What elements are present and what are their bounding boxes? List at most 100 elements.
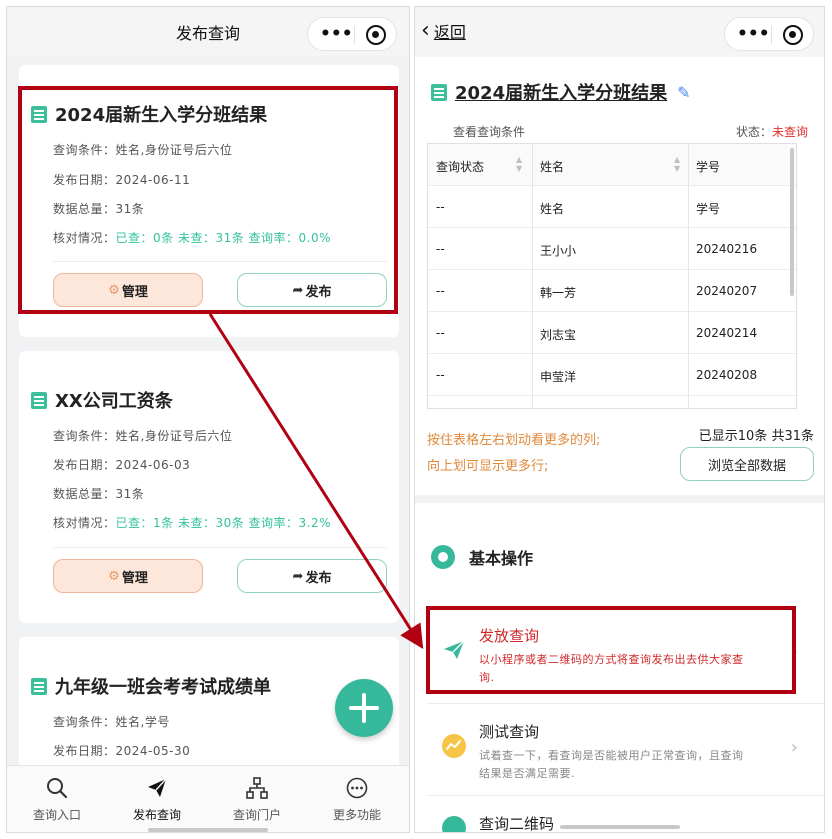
manage-label: 管理 (121, 284, 148, 300)
table-header-row: 查询状态 ▲ ▼ 姓名 ▲ ▼ 学号 (428, 144, 796, 186)
card-title: 九年级一班会考考试成绩单 (55, 677, 271, 698)
card-title-row: XX公司工资条 (31, 387, 173, 413)
query-condition: 查询条件：姓名,身份证号后六位 (53, 429, 233, 443)
table-row[interactable]: -- 韩一芳 20240207 (428, 270, 796, 312)
check-label: 核对情况： (53, 516, 116, 530)
table-cell: 20240208 (696, 368, 758, 382)
sort-icon[interactable]: ▲ ▼ (516, 155, 522, 173)
tab-label: 发布查询 (132, 808, 181, 822)
card-title-row: 2024届新生入学分班结果 (31, 101, 267, 127)
card-title: XX公司工资条 (55, 391, 173, 412)
chevron-left-icon: ‹ (421, 18, 430, 43)
gear-icon: ⚙ (108, 568, 120, 584)
table-row[interactable]: -- 王小小 20240216 (428, 228, 796, 270)
distribute-query-item[interactable]: 发放查询 以小程序或者二维码的方式将查询发布出去供大家查询. › (415, 615, 824, 695)
detail-title[interactable]: 2024届新生入学分班结果 (455, 79, 667, 105)
section-title: 基本操作 (469, 549, 534, 568)
table-row[interactable]: -- 申莹洋 20240208 (428, 354, 796, 396)
back-label: 返回 (433, 23, 466, 42)
table-row[interactable]: -- 姓名 学号 (428, 186, 796, 228)
tab-query-entry[interactable]: 查询入口 (7, 776, 107, 823)
tab-bar: 查询入口 发布查询 查询门户 更多功能 (7, 765, 409, 832)
home-indicator (559, 825, 680, 829)
add-button[interactable] (335, 679, 393, 737)
basic-operations-card: 基本操作 发放查询 以小程序或者二维码的方式将查询发布出去供大家查询. › 测试… (415, 503, 824, 832)
column-divider (532, 144, 533, 408)
test-query-item[interactable]: 测试查询 试着查一下，看查询是否能被用户正常查询，且查询结果是否满足需要. › (415, 711, 824, 791)
scroll-hint-rows: 向上划可显示更多行; (427, 459, 549, 474)
manage-button[interactable]: ⚙ 管理 (53, 559, 203, 593)
check-value: 已查：1条 未查：30条 查询率：3.2% (115, 516, 332, 530)
table-row[interactable]: -- 刘志宝 20240214 (428, 312, 796, 354)
publish-date: 发布日期：2024-06-03 (53, 458, 191, 472)
search-icon (7, 776, 107, 800)
card-title: 2024届新生入学分班结果 (55, 105, 268, 126)
check-value: 已查：0条 未查：31条 查询率：0.0% (115, 231, 332, 245)
query-status: 状态：未查询 (736, 123, 808, 140)
view-conditions-link[interactable]: 查看查询条件 (453, 123, 525, 140)
table-cell: 20240214 (696, 326, 758, 340)
publish-label: 发布 (305, 284, 332, 300)
section-header: 基本操作 (431, 545, 533, 569)
check-label: 核对情况： (53, 231, 116, 245)
header-cell[interactable]: 学号 (696, 158, 720, 175)
data-table[interactable]: 查询状态 ▲ ▼ 姓名 ▲ ▼ 学号 -- 姓名 学号 -- 王小小 2024021… (427, 143, 797, 409)
right-screen: ‹ 返回 ••• 2024届新生入学分班结果 ✎ 查看查询条件 状态：未查询 查… (414, 6, 825, 833)
back-button[interactable]: ‹ 返回 (421, 19, 466, 43)
close-target-icon[interactable] (783, 25, 803, 45)
more-dots-icon[interactable]: ••• (737, 25, 770, 43)
table-cell: -- (436, 284, 445, 298)
table-cell: 王小小 (540, 244, 577, 258)
header-cell[interactable]: 姓名 (540, 158, 564, 175)
publish-label: 发布 (305, 570, 332, 586)
qrcode-icon (441, 815, 467, 832)
more-dots-icon[interactable]: ••• (320, 25, 353, 43)
gear-icon (431, 545, 455, 569)
query-card[interactable]: XX公司工资条 查询条件：姓名,身份证号后六位 发布日期：2024-06-03 … (19, 351, 399, 623)
op-title: 测试查询 (479, 723, 540, 741)
query-condition: 查询条件：姓名,身份证号后六位 (53, 143, 233, 157)
document-icon (31, 391, 47, 409)
publish-date: 发布日期：2024-06-11 (53, 173, 191, 187)
edit-pencil-icon[interactable]: ✎ (677, 83, 690, 102)
sort-icon[interactable]: ▲ ▼ (674, 155, 680, 173)
chevron-right-icon: › (790, 737, 798, 758)
capsule-divider (771, 26, 772, 44)
status-label: 状态： (735, 125, 772, 139)
tab-more-functions[interactable]: 更多功能 (307, 776, 407, 823)
list-divider (427, 703, 824, 704)
table-cell: 姓名 (540, 202, 565, 216)
check-status: 核对情况：已查：1条 未查：30条 查询率：3.2% (53, 514, 331, 531)
card-divider (53, 261, 387, 262)
table-cell: 韩一芳 (540, 286, 577, 300)
check-status: 核对情况：已查：0条 未查：31条 查询率：0.0% (53, 229, 331, 246)
tab-label: 更多功能 (332, 808, 381, 822)
tab-label: 查询入口 (32, 808, 81, 822)
publish-button[interactable]: ➦ 发布 (237, 559, 387, 593)
home-indicator (148, 828, 268, 832)
publish-button[interactable]: ➦ 发布 (237, 273, 387, 307)
table-cell: 20240207 (696, 284, 758, 298)
table-scrollbar[interactable] (790, 148, 794, 296)
chevron-right-icon: › (790, 641, 798, 662)
tab-publish-query[interactable]: 发布查询 (107, 776, 207, 823)
browse-all-button[interactable]: 浏览全部数据 (680, 447, 814, 481)
table-cell: -- (436, 242, 445, 256)
tab-label: 查询门户 (232, 808, 281, 822)
nav-bar: ‹ 返回 ••• (415, 7, 824, 57)
query-card[interactable]: 2024届新生入学分班结果 查询条件：姓名,身份证号后六位 发布日期：2024-… (19, 65, 399, 337)
close-target-icon[interactable] (366, 25, 386, 45)
mini-program-capsule: ••• (307, 17, 397, 51)
card-divider (53, 547, 387, 548)
capsule-divider (354, 26, 355, 44)
manage-button[interactable]: ⚙ 管理 (53, 273, 203, 307)
publish-date: 发布日期：2024-05-30 (53, 744, 191, 758)
table-cell: 学号 (696, 202, 721, 216)
share-arrow-icon: ➦ (292, 282, 304, 298)
tab-query-portal[interactable]: 查询门户 (207, 776, 307, 823)
document-icon (31, 105, 47, 123)
rows-shown-count: 已显示10条 共31条 (698, 429, 814, 444)
nav-bar: 发布查询 ••• (7, 7, 409, 57)
table-cell: -- (436, 368, 445, 382)
header-cell[interactable]: 查询状态 (436, 158, 484, 175)
